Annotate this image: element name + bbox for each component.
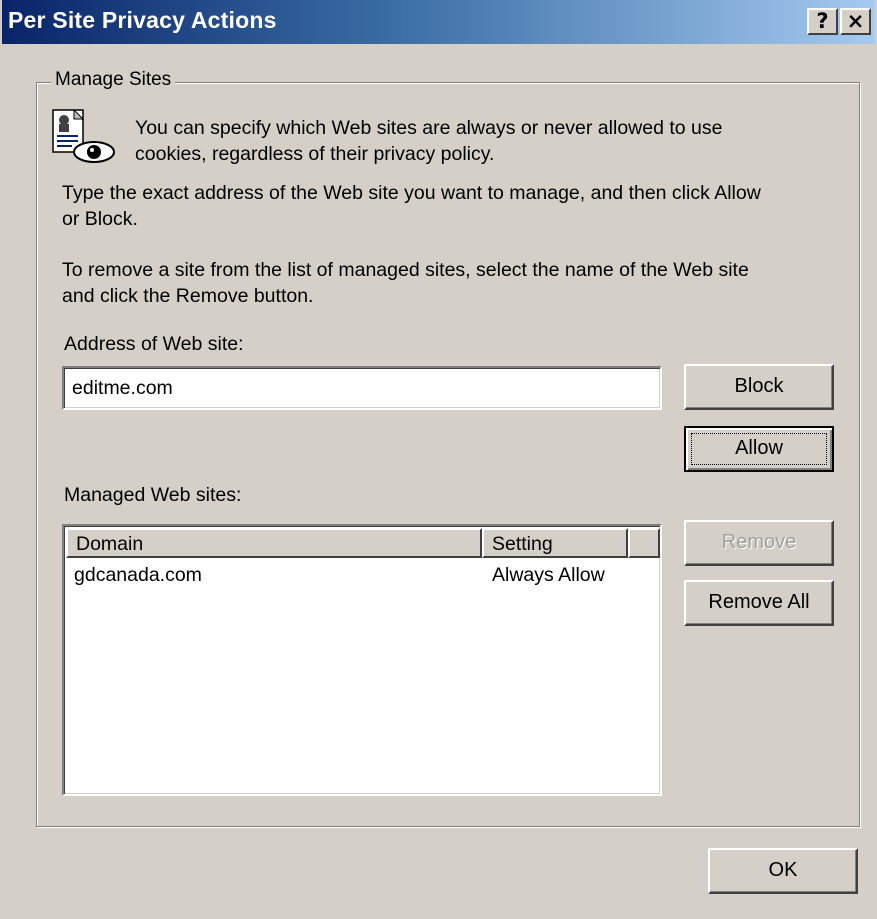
- block-button[interactable]: Block: [684, 364, 834, 410]
- close-button[interactable]: ×: [840, 8, 871, 35]
- managed-sites-list[interactable]: Domain Setting gdcanada.com Always Allow: [62, 524, 662, 796]
- column-header-filler: [628, 528, 660, 558]
- column-header-setting-label: Setting: [492, 533, 553, 555]
- column-header-domain-label: Domain: [76, 533, 144, 555]
- ok-button-label: OK: [768, 859, 798, 881]
- remove-instruction-line2: and click the Remove button.: [62, 285, 314, 307]
- block-button-label: Block: [734, 375, 784, 397]
- remove-all-button[interactable]: Remove All: [684, 580, 834, 626]
- intro-text-line1: You can specify which Web sites are alwa…: [135, 117, 723, 139]
- remove-button[interactable]: Remove: [684, 520, 834, 566]
- column-header-domain[interactable]: Domain: [66, 528, 482, 558]
- ok-button[interactable]: OK: [708, 848, 858, 894]
- remove-button-label: Remove: [721, 531, 797, 553]
- dialog-window: Per Site Privacy Actions ? × Manage Site…: [0, 0, 877, 919]
- list-item-domain: gdcanada.com: [74, 564, 202, 586]
- instruction-text-line1: Type the exact address of the Web site y…: [62, 182, 761, 204]
- manage-sites-legend: Manage Sites: [51, 69, 176, 91]
- address-input[interactable]: [62, 366, 662, 410]
- title-bar[interactable]: Per Site Privacy Actions ? ×: [2, 0, 875, 44]
- intro-text-line2: cookies, regardless of their privacy pol…: [135, 143, 495, 165]
- remove-all-button-label: Remove All: [708, 591, 810, 613]
- list-item-setting: Always Allow: [492, 564, 605, 586]
- window-title: Per Site Privacy Actions: [8, 7, 277, 33]
- remove-instruction-line1: To remove a site from the list of manage…: [62, 259, 749, 281]
- instruction-text-line2: or Block.: [62, 208, 138, 230]
- privacy-document-eye-icon: [52, 108, 115, 163]
- allow-button[interactable]: Allow: [684, 426, 834, 472]
- managed-sites-label: Managed Web sites:: [64, 484, 242, 506]
- focus-rectangle: [691, 433, 827, 465]
- help-button[interactable]: ?: [807, 8, 838, 35]
- column-header-setting[interactable]: Setting: [482, 528, 628, 558]
- address-label: Address of Web site:: [64, 333, 244, 355]
